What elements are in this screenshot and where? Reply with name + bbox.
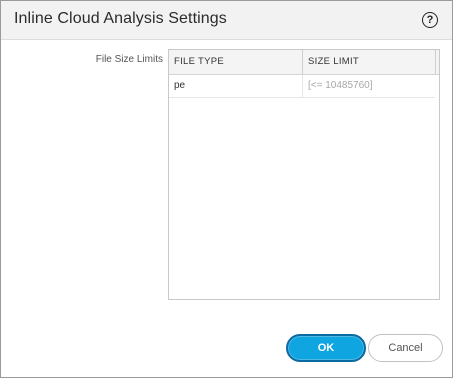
inline-cloud-analysis-settings-dialog: Inline Cloud Analysis Settings ? File Si… [0,0,453,378]
table-header: FILE TYPE SIZE LIMIT [169,50,439,75]
dialog-title: Inline Cloud Analysis Settings [14,10,227,27]
cell-divider [302,75,303,97]
table-row[interactable]: pe [<= 10485760] [169,75,435,98]
cancel-button[interactable]: Cancel [368,334,443,362]
column-divider[interactable] [302,50,303,74]
file-type-cell: pe [174,80,186,91]
dialog-header: Inline Cloud Analysis Settings ? [1,1,452,40]
file-size-limits-table: FILE TYPE SIZE LIMIT pe [<= 10485760] [168,49,440,300]
column-divider[interactable] [435,50,436,74]
column-header-size-limit[interactable]: SIZE LIMIT [308,50,434,74]
ok-button[interactable]: OK [286,334,366,362]
file-size-limits-label: File Size Limits [95,54,163,65]
help-icon[interactable]: ? [422,12,438,28]
size-limit-cell[interactable]: [<= 10485760] [308,75,373,97]
column-header-file-type[interactable]: FILE TYPE [174,50,302,74]
